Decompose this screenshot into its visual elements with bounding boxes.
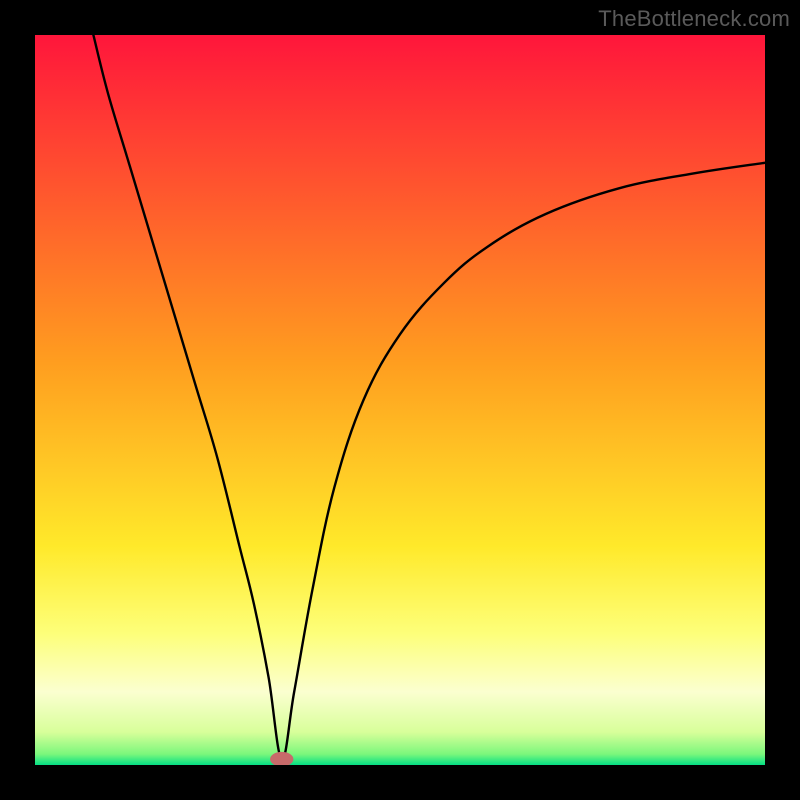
plot-svg — [35, 35, 765, 765]
watermark-text: TheBottleneck.com — [598, 6, 790, 32]
plot-area — [35, 35, 765, 765]
chart-frame: TheBottleneck.com — [0, 0, 800, 800]
gradient-background — [35, 35, 765, 765]
